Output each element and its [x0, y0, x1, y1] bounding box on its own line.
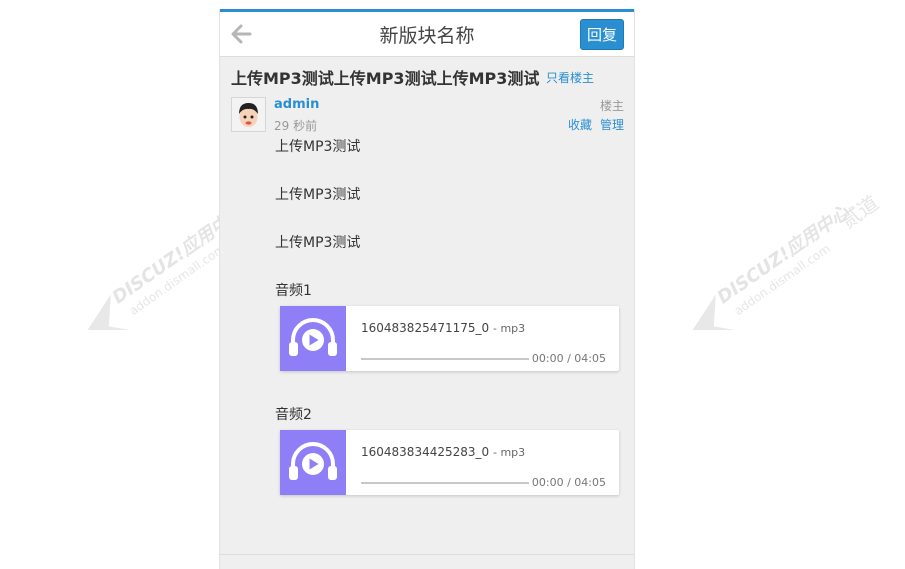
play-button[interactable]: [280, 306, 346, 371]
audio-filename-text: 160483834425283_0: [361, 445, 490, 459]
author-name[interactable]: admin: [274, 97, 319, 112]
audio-filename: 160483834425283_0 - mp3: [361, 445, 525, 459]
svg-text:addon.dismall.com: addon.dismall.com: [127, 241, 228, 318]
audio-progress-track[interactable]: [361, 358, 529, 360]
audio-label: 音频1: [275, 283, 312, 299]
play-button[interactable]: [280, 430, 346, 495]
thread-title: 上传MP3测试上传MP3测试上传MP3测试: [231, 69, 540, 88]
post-paragraph: 上传MP3测试: [275, 235, 361, 251]
mobile-page: 新版块名称 回复 上传MP3测试上传MP3测试上传MP3测试 只看楼主 admi…: [219, 9, 635, 569]
watermark-right: DISCUZ!应用中心 addon.dismall.com 贰道: [686, 191, 883, 330]
audio-player: 160483834425283_0 - mp3 00:00 / 04:05: [280, 430, 619, 495]
avatar[interactable]: [231, 97, 266, 132]
audio-time: 00:00 / 04:05: [531, 476, 606, 489]
op-badge: 楼主: [599, 99, 624, 113]
user-avatar-icon: [232, 98, 265, 131]
audio-progress-track[interactable]: [361, 482, 529, 484]
audio-filename-text: 160483825471175_0: [361, 321, 490, 335]
svg-text:addon.dismall.com: addon.dismall.com: [732, 241, 833, 318]
headphones-play-icon: [289, 442, 337, 480]
svg-text:贰道: 贰道: [836, 191, 883, 234]
audio-ext: - mp3: [492, 446, 526, 459]
manage-link[interactable]: 管理: [600, 118, 624, 132]
favorite-link[interactable]: 收藏: [568, 118, 592, 132]
audio-label: 音频2: [275, 407, 312, 423]
post-paragraph: 上传MP3测试: [275, 139, 361, 155]
page-title: 新版块名称: [379, 25, 475, 47]
post-paragraph: 上传MP3测试: [275, 187, 361, 203]
post-time: 29 秒前: [274, 119, 318, 133]
audio-time: 00:00 / 04:05: [531, 352, 606, 365]
divider: [220, 554, 634, 555]
audio-ext: - mp3: [492, 322, 526, 335]
only-op-link[interactable]: 只看楼主: [546, 69, 594, 86]
audio-filename: 160483825471175_0 - mp3: [361, 321, 525, 335]
headphones-play-icon: [289, 318, 337, 356]
post-actions: 收藏 管理: [560, 116, 624, 133]
svg-text:DISCUZ!应用中心: DISCUZ!应用中心: [714, 201, 854, 308]
reply-button[interactable]: 回复: [580, 19, 624, 50]
top-bar: 新版块名称 回复: [220, 9, 634, 57]
audio-player: 160483825471175_0 - mp3 00:00 / 04:05: [280, 306, 619, 371]
